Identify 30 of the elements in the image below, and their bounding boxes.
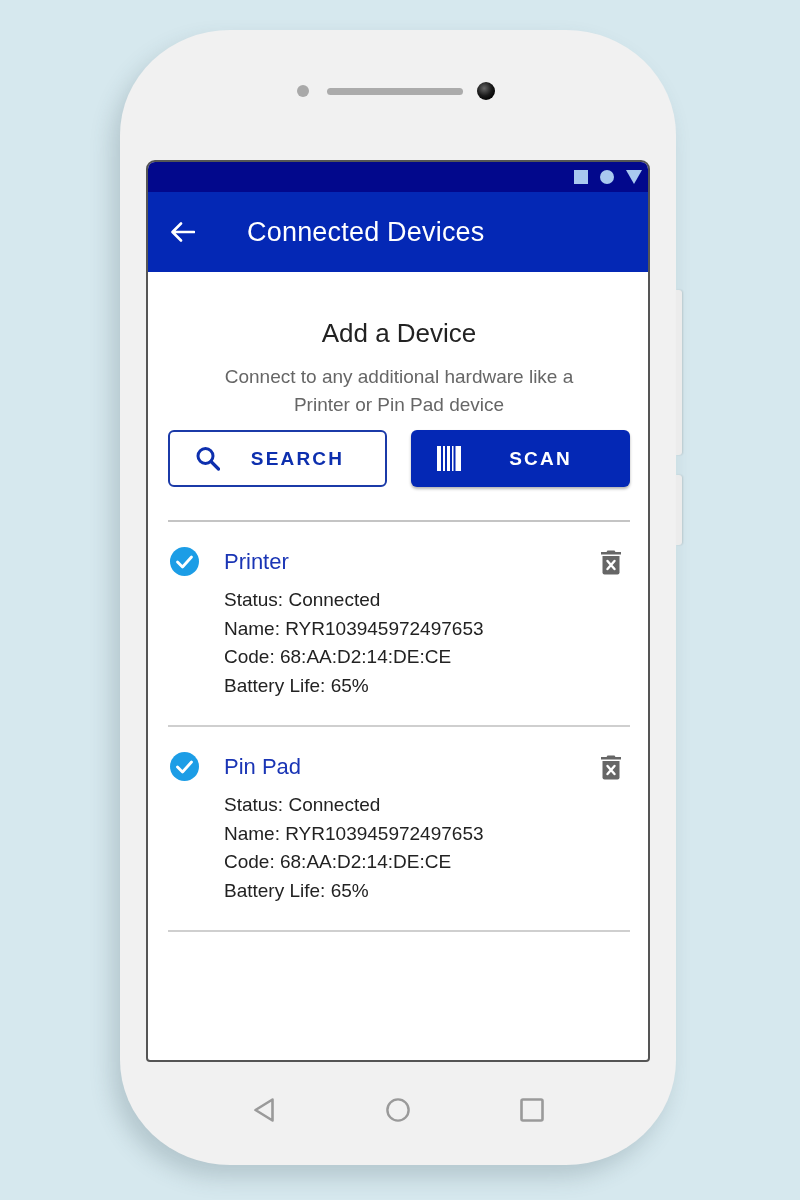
camera-icon [477,82,495,100]
sensor-dot-icon [297,85,309,97]
screen-title: Connected Devices [247,216,485,248]
square-status-icon [574,170,588,184]
barcode-icon [437,446,461,471]
device-detail: Battery Life: 65% [224,878,369,903]
triangle-status-icon [626,170,642,184]
scan-button[interactable]: SCAN [411,430,630,487]
back-arrow-icon[interactable] [171,222,195,242]
section-description: Connect to any additional hardware like a Printer or Pin Pad device [223,365,575,417]
device-detail: Code: 68:AA:D2:14:DE:CE [224,645,452,669]
section-heading: Add a Device [320,318,478,348]
nav-back-icon[interactable] [252,1097,276,1123]
device-detail: Status: Connected [224,793,381,817]
check-circle-icon[interactable] [170,547,199,576]
device-detail: Code: 68:AA:D2:14:DE:CE [224,850,452,874]
search-button[interactable]: SEARCH [168,430,387,487]
device-detail: Name: RYR103945972497653 [224,616,484,641]
nav-home-icon[interactable] [386,1097,410,1123]
check-circle-icon[interactable] [170,752,199,781]
device-name[interactable]: Printer [224,547,600,576]
delete-trash-icon[interactable] [600,753,622,780]
search-icon [196,446,220,471]
device-detail: Status: Connected [224,588,381,612]
device-detail: Battery Life: 65% [224,673,369,698]
device-detail: Name: RYR103945972497653 [224,821,484,846]
device-name[interactable]: Pin Pad [224,752,600,781]
delete-trash-icon[interactable] [600,548,622,575]
nav-square-icon[interactable] [520,1097,544,1123]
circle-status-icon [600,170,614,184]
